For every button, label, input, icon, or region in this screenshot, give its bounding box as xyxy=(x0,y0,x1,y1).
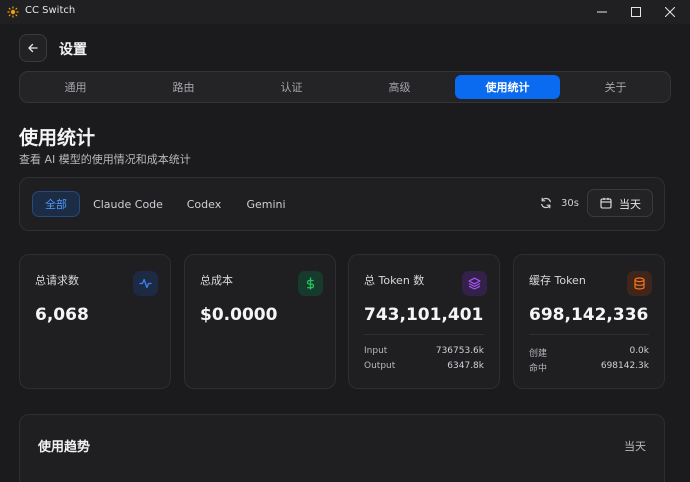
row-name: Output xyxy=(364,361,396,371)
tab-routing[interactable]: 路由 xyxy=(131,75,236,99)
arrow-left-icon xyxy=(28,43,38,53)
page-title: 使用统计 xyxy=(19,127,96,149)
filter-claude-code[interactable]: Claude Code xyxy=(88,191,168,217)
activity-icon xyxy=(133,271,158,296)
tab-advanced[interactable]: 高级 xyxy=(347,75,452,99)
close-icon xyxy=(665,7,675,17)
row-name: 创建 xyxy=(529,349,548,359)
tab-auth[interactable]: 认证 xyxy=(239,75,344,99)
card-label: 总请求数 xyxy=(35,274,79,287)
refresh-interval[interactable]: 30s xyxy=(561,198,579,209)
maximize-button[interactable] xyxy=(618,0,654,24)
tab-general[interactable]: 通用 xyxy=(23,75,128,99)
date-range-button[interactable]: 当天 xyxy=(587,189,653,217)
row-value: 6347.8k xyxy=(447,361,484,371)
card-label: 总 Token 数 xyxy=(364,274,425,287)
trend-range: 当天 xyxy=(624,440,646,453)
cache-hit-row: 命中 698142.3k xyxy=(529,361,649,374)
close-button[interactable] xyxy=(652,0,688,24)
settings-tabs: 通用 路由 认证 高级 使用统计 关于 xyxy=(19,71,671,103)
window-title: CC Switch xyxy=(25,5,76,16)
tab-usage-stats[interactable]: 使用统计 xyxy=(455,75,560,99)
card-value: $0.0000 xyxy=(200,305,278,325)
minimize-button[interactable] xyxy=(584,0,620,24)
calendar-icon xyxy=(600,197,612,209)
card-label: 总成本 xyxy=(200,274,233,287)
card-value: 743,101,401 xyxy=(364,305,484,325)
maximize-icon xyxy=(631,7,641,17)
tab-about[interactable]: 关于 xyxy=(563,75,668,99)
page-header-title: 设置 xyxy=(59,42,87,58)
app-logo-icon xyxy=(7,6,19,18)
token-input-row: Input 736753.6k xyxy=(364,346,484,356)
card-total-cost: 总成本 $0.0000 xyxy=(184,254,336,389)
card-cache-tokens: 缓存 Token 698,142,336 创建 0.0k 命中 698142.3… xyxy=(513,254,665,389)
card-divider xyxy=(364,334,484,335)
row-value: 0.0k xyxy=(629,346,649,356)
card-value: 698,142,336 xyxy=(529,305,649,325)
card-total-tokens: 总 Token 数 743,101,401 Input 736753.6k Ou… xyxy=(348,254,500,389)
minimize-icon xyxy=(597,11,607,13)
card-value: 6,068 xyxy=(35,305,89,325)
trend-title: 使用趋势 xyxy=(38,440,91,455)
window-titlebar: CC Switch xyxy=(0,0,690,24)
back-button[interactable] xyxy=(19,34,47,62)
row-name: Input xyxy=(364,346,388,356)
row-name: 命中 xyxy=(529,364,548,374)
card-divider xyxy=(529,334,649,335)
token-output-row: Output 6347.8k xyxy=(364,361,484,371)
date-range-label: 当天 xyxy=(619,198,641,211)
filter-bar: 全部 Claude Code Codex Gemini 30s 当天 xyxy=(19,177,665,231)
refresh-icon[interactable] xyxy=(540,197,552,209)
card-label: 缓存 Token xyxy=(529,274,586,287)
database-icon xyxy=(627,271,652,296)
card-total-requests: 总请求数 6,068 xyxy=(19,254,171,389)
filter-codex[interactable]: Codex xyxy=(178,191,230,217)
row-value: 736753.6k xyxy=(435,346,484,356)
dollar-icon xyxy=(298,271,323,296)
cache-create-row: 创建 0.0k xyxy=(529,346,649,359)
filter-all[interactable]: 全部 xyxy=(32,191,80,217)
usage-trend-panel: 使用趋势 当天 xyxy=(19,414,665,482)
row-value: 698142.3k xyxy=(600,361,649,371)
layers-icon xyxy=(462,271,487,296)
filter-gemini[interactable]: Gemini xyxy=(240,191,292,217)
page-subtitle: 查看 AI 模型的使用情况和成本统计 xyxy=(19,153,191,166)
